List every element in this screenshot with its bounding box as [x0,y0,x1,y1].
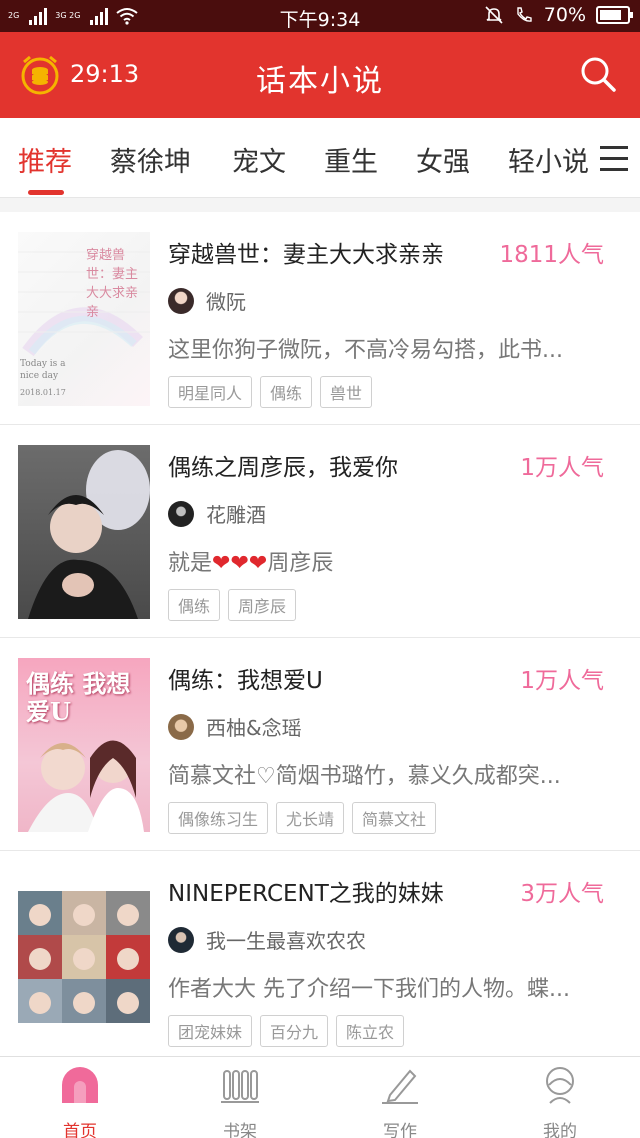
popularity-count: 1万人气 [520,455,604,481]
pen-icon [382,1069,418,1104]
tag[interactable]: 团宠妹妹 [168,1015,253,1047]
popularity-count: 1811人气 [499,242,604,268]
book-description: 作者大大 先了介绍一下我们的人物。蝶... [168,977,570,1002]
book-cover[interactable]: 穿越兽世：妻主大大求亲亲 Today is a nice day 2018.01… [18,232,150,406]
author-avatar [168,287,194,314]
battery-percent: 70% [543,4,586,26]
book-cover[interactable]: 偶练 我想爱U [18,658,150,832]
desc-text-prefix: 就是 [168,551,213,576]
book-title[interactable]: 偶练：我想爱U [168,661,323,695]
tag[interactable]: 兽世 [320,376,373,408]
nav-profile[interactable]: 我的 [480,1065,640,1138]
status-bar: 2G 3G 2G 下午9:34 70% [0,0,640,32]
nav-label: 写作 [383,1122,417,1138]
book-card[interactable]: 偶练 我想爱U 偶练：我想爱U 1万人气 西柚&念瑶 简慕文社♡简烟书璐竹，慕义… [0,638,640,851]
profile-icon [546,1067,574,1104]
tag-list: 偶像练习生 尤长靖 简慕文社 [168,802,437,834]
book-description: 就是❤❤❤周彦辰 [168,545,608,577]
heart-emoji: ❤❤❤ [212,551,268,576]
popularity-count: 1万人气 [520,668,604,694]
app-header: 29:13 话本小说 [0,32,640,118]
tag[interactable]: 偶练 [168,589,221,621]
cover-art [18,891,150,1023]
popularity-count: 3万人气 [520,881,604,907]
mute-icon [485,6,503,24]
book-card[interactable]: NINEPERCENT之我的妹妹 3万人气 我一生最喜欢农农 作者大大 先了介绍… [0,851,640,1064]
book-list: 穿越兽世：妻主大大求亲亲 Today is a nice day 2018.01… [0,212,640,1064]
nav-bookshelf[interactable]: 书架 [160,1065,320,1138]
book-title[interactable]: NINEPERCENT之我的妹妹 [168,874,444,908]
search-icon[interactable] [578,54,618,94]
cover-date: 2018.01.17 [20,388,66,397]
cover-caption: Today is a nice day [20,359,66,381]
cover-title-text: 穿越兽世：妻主大大求亲亲 [86,248,139,320]
tag[interactable]: 陈立农 [336,1015,405,1047]
home-icon [62,1067,98,1103]
cover-title-text: 偶练 我想爱U [26,669,131,726]
author-name: 西柚&念瑶 [206,716,302,740]
tag[interactable]: 简慕文社 [352,802,437,834]
bookshelf-icon [221,1070,259,1103]
nav-home[interactable]: 首页 [0,1065,160,1138]
book-description: 这里你狗子微阮，不高冷易勾搭，此书... [168,338,563,363]
author-avatar [168,713,194,740]
tag[interactable]: 尤长靖 [276,802,345,834]
tab-caixukun[interactable]: 蔡徐坤 [110,140,191,179]
call-icon [517,7,532,22]
active-tab-indicator [28,190,64,195]
book-cover[interactable] [18,871,150,1045]
tag-list: 偶练 周彦辰 [168,589,297,621]
author-name: 我一生最喜欢农农 [206,929,366,953]
book-card[interactable]: 偶练之周彦辰，我爱你 1万人气 花雕酒 就是❤❤❤周彦辰 偶练 周彦辰 [0,425,640,638]
tab-light-novel[interactable]: 轻小说 [508,140,589,179]
nav-label: 书架 [223,1122,257,1138]
author-avatar [168,926,194,953]
tag[interactable]: 周彦辰 [228,589,297,621]
author[interactable]: 花雕酒 [168,499,266,528]
battery-icon [596,6,633,24]
author-avatar [168,500,194,527]
desc-text-suffix: 周彦辰 [267,551,334,576]
tab-rebirth[interactable]: 重生 [324,140,378,179]
author[interactable]: 微阮 [168,286,246,315]
book-card[interactable]: 穿越兽世：妻主大大求亲亲 Today is a nice day 2018.01… [0,212,640,425]
tag[interactable]: 百分九 [260,1015,329,1047]
author-name: 花雕酒 [206,503,266,527]
tag[interactable]: 偶像练习生 [168,802,269,834]
book-cover[interactable] [18,445,150,619]
author[interactable]: 西柚&念瑶 [168,712,302,741]
nav-label: 首页 [63,1122,97,1138]
menu-icon[interactable] [600,146,628,171]
author[interactable]: 我一生最喜欢农农 [168,925,366,954]
tag[interactable]: 偶练 [260,376,313,408]
tab-pet-romance[interactable]: 宠文 [232,140,286,179]
tag[interactable]: 明星同人 [168,376,253,408]
tab-recommend[interactable]: 推荐 [18,140,72,179]
nav-write[interactable]: 写作 [320,1065,480,1138]
book-title[interactable]: 穿越兽世：妻主大大求亲亲 [168,235,444,269]
bottom-nav: 首页 书架 写作 我的 [0,1056,640,1138]
book-description: 简慕文社♡简烟书璐竹，慕义久成都突... [168,764,561,789]
tab-strong-female[interactable]: 女强 [416,140,470,179]
tag-list: 团宠妹妹 百分九 陈立农 [168,1015,405,1047]
book-title[interactable]: 偶练之周彦辰，我爱你 [168,448,398,482]
nav-label: 我的 [543,1122,577,1138]
app-title: 话本小说 [256,64,384,99]
author-name: 微阮 [206,290,246,314]
category-tabs: 推荐 蔡徐坤 宠文 重生 女强 轻小说 [0,118,640,198]
cover-art [28,450,150,619]
tag-list: 明星同人 偶练 兽世 [168,376,373,408]
